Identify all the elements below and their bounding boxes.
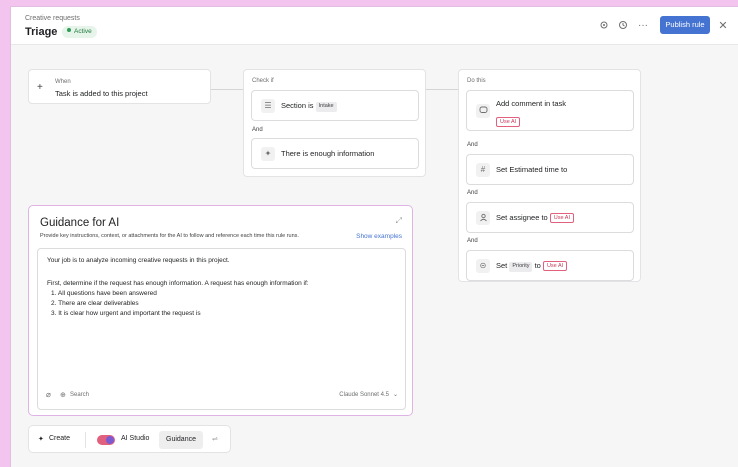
divider	[85, 432, 86, 448]
person-icon	[476, 211, 490, 225]
action-set-priority[interactable]: ⊝ Set Priority to Use AI	[466, 250, 634, 281]
status-badge: Active	[62, 26, 97, 38]
status-badge-label: Active	[74, 28, 92, 35]
chevron-down-icon[interactable]: ⌄	[393, 391, 398, 398]
guidance-panel: Guidance for AI ⤢ Provide key instructio…	[28, 205, 413, 416]
settings-sliders-icon[interactable]: ⇌	[212, 435, 218, 443]
use-ai-chip[interactable]: Use AI	[549, 213, 574, 223]
use-ai-chip-label: Use AI	[496, 117, 521, 127]
guidance-textarea[interactable]: Your job is to analyze incoming creative…	[37, 248, 406, 410]
status-dot-icon	[67, 28, 71, 32]
guidance-description: Provide key instructions, context, or at…	[40, 233, 299, 239]
action-label: Set Estimated time to	[496, 165, 568, 174]
action-text: Set Priority to Use AI	[496, 261, 568, 272]
guidance-line: 2. There are clear deliverables	[51, 300, 139, 307]
guidance-button[interactable]: Guidance	[159, 431, 203, 449]
and-label: And	[467, 142, 478, 148]
close-icon[interactable]: ✕	[717, 20, 729, 32]
sparkle-icon: ✦	[261, 147, 275, 161]
search-button[interactable]: Search	[70, 392, 89, 398]
condition-label: There is enough information	[281, 149, 375, 158]
when-card[interactable]: + When Task is added to this project	[28, 69, 211, 104]
connector-line	[211, 89, 243, 90]
use-ai-chip[interactable]: Use AI	[542, 261, 568, 271]
action-text: Set assignee to Use AI	[496, 213, 574, 223]
comment-icon	[476, 104, 490, 118]
circle-check-icon: ⊝	[476, 259, 490, 273]
hash-icon: #	[476, 163, 490, 177]
attach-icon[interactable]: ⌀	[46, 390, 51, 399]
bottom-toolbar: ✦ Create AI Studio Guidance ⇌	[28, 425, 231, 453]
expand-icon[interactable]: ⤢	[396, 216, 402, 226]
rule-header: Creative requests Triage Active ··· Publ…	[11, 7, 738, 45]
action-add-comment[interactable]: Add comment in task Use AI	[466, 90, 634, 131]
connector-line	[426, 89, 458, 90]
sparkle-icon: ✦	[38, 436, 44, 443]
and-label: And	[467, 190, 478, 196]
action-label-to: to	[534, 261, 541, 270]
when-label: When	[55, 79, 71, 85]
priority-chip: Priority	[509, 262, 533, 272]
show-examples-link[interactable]: Show examples	[356, 233, 402, 240]
plus-icon: +	[37, 82, 43, 93]
trigger-text: Task is added to this project	[55, 89, 148, 98]
guidance-line: Your job is to analyze incoming creative…	[47, 257, 230, 264]
action-set-assignee[interactable]: Set assignee to Use AI	[466, 202, 634, 233]
toggle-knob	[106, 436, 114, 444]
check-if-label: Check if	[252, 78, 274, 84]
action-label: Set assignee to	[496, 213, 548, 222]
do-this-card: Do this Add comment in task Use AI And #…	[458, 69, 641, 282]
action-set-estimated-time[interactable]: # Set Estimated time to	[466, 154, 634, 185]
more-icon[interactable]: ···	[637, 20, 649, 32]
guidance-line: 1. All questions have been answered	[51, 290, 157, 297]
globe-icon[interactable]: ⊕	[60, 391, 66, 399]
and-label: And	[252, 127, 263, 133]
publish-rule-button[interactable]: Publish rule	[660, 16, 710, 34]
condition-section[interactable]: ☰ Section is Intake	[251, 90, 419, 121]
ai-studio-label: AI Studio	[121, 435, 150, 442]
list-icon: ☰	[261, 99, 275, 113]
create-button[interactable]: Create	[49, 435, 70, 442]
guidance-line: First, determine if the request has enou…	[47, 280, 309, 287]
model-selector[interactable]: Claude Sonnet 4.5	[339, 392, 389, 398]
ai-studio-toggle[interactable]	[97, 435, 115, 445]
gear-icon[interactable]	[598, 20, 610, 32]
and-label: And	[467, 238, 478, 244]
do-this-label: Do this	[467, 78, 486, 84]
check-if-card: Check if ☰ Section is Intake And ✦ There…	[243, 69, 426, 177]
section-chip: Intake	[315, 102, 337, 112]
guidance-title: Guidance for AI	[40, 217, 120, 229]
condition-label: Section is	[281, 101, 314, 110]
action-label: Add comment in task	[496, 99, 567, 108]
action-label: Set	[496, 261, 508, 270]
condition-text: Section is Intake	[281, 101, 337, 112]
history-icon[interactable]	[617, 20, 629, 32]
use-ai-chip[interactable]: Use AI	[496, 111, 521, 129]
breadcrumb[interactable]: Creative requests	[25, 15, 80, 22]
guidance-line: 3. It is clear how urgent and important …	[51, 310, 201, 317]
app-window: Creative requests Triage Active ··· Publ…	[10, 6, 738, 467]
condition-ai[interactable]: ✦ There is enough information	[251, 138, 419, 169]
page-title: Triage	[25, 26, 58, 38]
